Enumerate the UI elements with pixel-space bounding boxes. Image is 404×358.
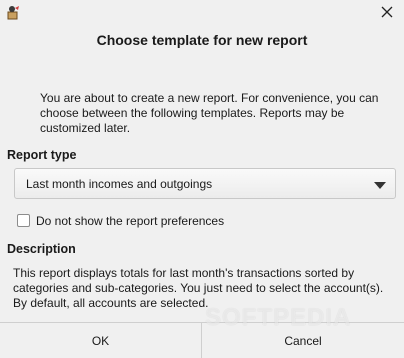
report-type-value: Last month incomes and outgoings xyxy=(26,177,213,191)
app-icon xyxy=(5,5,21,21)
chevron-down-icon xyxy=(374,179,386,189)
close-icon xyxy=(381,6,393,21)
report-type-select[interactable]: Last month incomes and outgoings xyxy=(14,168,396,199)
description-label: Description xyxy=(7,242,76,256)
button-bar: OK Cancel xyxy=(0,322,404,358)
hide-preferences-label: Do not show the report preferences xyxy=(36,213,225,228)
intro-text: You are about to create a new report. Fo… xyxy=(40,91,379,135)
hide-preferences-checkbox-row[interactable]: Do not show the report preferences xyxy=(17,212,224,229)
close-button[interactable] xyxy=(378,4,396,22)
dialog-title: Choose template for new report xyxy=(96,32,308,48)
hide-preferences-checkbox[interactable] xyxy=(17,214,30,227)
cancel-button[interactable]: Cancel xyxy=(202,323,404,358)
report-type-label: Report type xyxy=(7,148,77,162)
description-text: This report displays totals for last mon… xyxy=(13,266,384,310)
title-bar xyxy=(0,0,404,27)
ok-button[interactable]: OK xyxy=(0,323,202,358)
